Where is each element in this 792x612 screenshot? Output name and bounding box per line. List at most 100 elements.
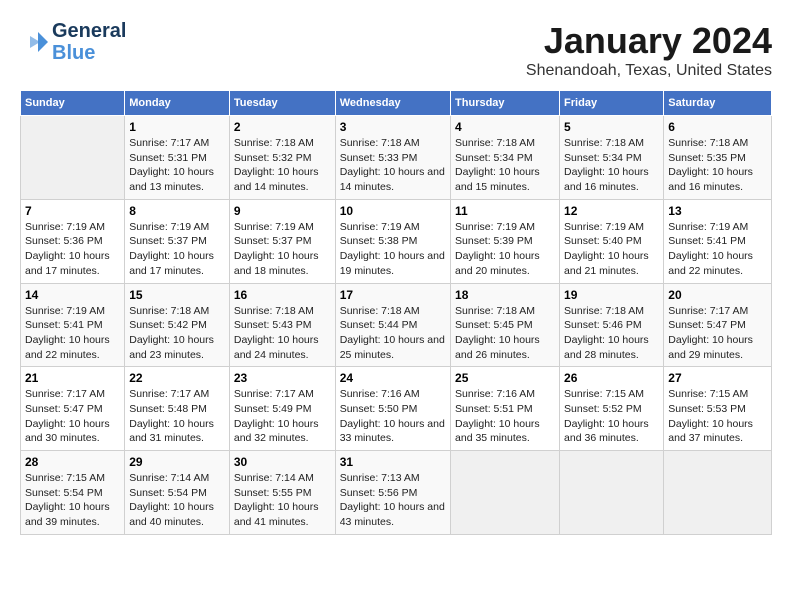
day-number: 7: [25, 204, 120, 218]
daylight-text: Daylight: 10 hours and 20 minutes.: [455, 249, 555, 278]
table-row: 11 Sunrise: 7:19 AM Sunset: 5:39 PM Dayl…: [451, 199, 560, 283]
day-number: 12: [564, 204, 659, 218]
day-number: 28: [25, 455, 120, 469]
sunset-text: Sunset: 5:47 PM: [25, 402, 120, 417]
day-info: Sunrise: 7:19 AM Sunset: 5:41 PM Dayligh…: [25, 304, 120, 363]
header-thursday: Thursday: [451, 91, 560, 116]
table-row: 19 Sunrise: 7:18 AM Sunset: 5:46 PM Dayl…: [560, 283, 664, 367]
sunset-text: Sunset: 5:31 PM: [129, 151, 225, 166]
daylight-text: Daylight: 10 hours and 13 minutes.: [129, 165, 225, 194]
page-header: General Blue January 2024 Shenandoah, Te…: [20, 20, 772, 80]
day-number: 9: [234, 204, 331, 218]
day-info: Sunrise: 7:16 AM Sunset: 5:51 PM Dayligh…: [455, 387, 555, 446]
sunset-text: Sunset: 5:48 PM: [129, 402, 225, 417]
title-block: January 2024 Shenandoah, Texas, United S…: [526, 20, 772, 80]
day-number: 14: [25, 288, 120, 302]
daylight-text: Daylight: 10 hours and 39 minutes.: [25, 500, 120, 529]
sunset-text: Sunset: 5:55 PM: [234, 486, 331, 501]
table-row: 26 Sunrise: 7:15 AM Sunset: 5:52 PM Dayl…: [560, 367, 664, 451]
sunset-text: Sunset: 5:54 PM: [25, 486, 120, 501]
sunset-text: Sunset: 5:54 PM: [129, 486, 225, 501]
day-number: 4: [455, 120, 555, 134]
day-info: Sunrise: 7:14 AM Sunset: 5:54 PM Dayligh…: [129, 471, 225, 530]
daylight-text: Daylight: 10 hours and 33 minutes.: [340, 417, 446, 446]
day-info: Sunrise: 7:15 AM Sunset: 5:54 PM Dayligh…: [25, 471, 120, 530]
sunset-text: Sunset: 5:39 PM: [455, 234, 555, 249]
table-row: [451, 451, 560, 535]
logo-icon: [20, 28, 48, 56]
sunset-text: Sunset: 5:50 PM: [340, 402, 446, 417]
sunset-text: Sunset: 5:41 PM: [668, 234, 767, 249]
sunset-text: Sunset: 5:42 PM: [129, 318, 225, 333]
header-sunday: Sunday: [21, 91, 125, 116]
sunrise-text: Sunrise: 7:14 AM: [129, 471, 225, 486]
day-info: Sunrise: 7:18 AM Sunset: 5:33 PM Dayligh…: [340, 136, 446, 195]
table-row: 15 Sunrise: 7:18 AM Sunset: 5:42 PM Dayl…: [125, 283, 230, 367]
header-monday: Monday: [125, 91, 230, 116]
daylight-text: Daylight: 10 hours and 22 minutes.: [668, 249, 767, 278]
sunrise-text: Sunrise: 7:18 AM: [455, 136, 555, 151]
table-row: 22 Sunrise: 7:17 AM Sunset: 5:48 PM Dayl…: [125, 367, 230, 451]
sunrise-text: Sunrise: 7:17 AM: [25, 387, 120, 402]
table-row: 13 Sunrise: 7:19 AM Sunset: 5:41 PM Dayl…: [664, 199, 772, 283]
daylight-text: Daylight: 10 hours and 24 minutes.: [234, 333, 331, 362]
sunset-text: Sunset: 5:40 PM: [564, 234, 659, 249]
table-row: 16 Sunrise: 7:18 AM Sunset: 5:43 PM Dayl…: [229, 283, 335, 367]
sunrise-text: Sunrise: 7:17 AM: [668, 304, 767, 319]
sunset-text: Sunset: 5:45 PM: [455, 318, 555, 333]
sunrise-text: Sunrise: 7:19 AM: [340, 220, 446, 235]
daylight-text: Daylight: 10 hours and 31 minutes.: [129, 417, 225, 446]
sunrise-text: Sunrise: 7:17 AM: [129, 136, 225, 151]
day-info: Sunrise: 7:15 AM Sunset: 5:53 PM Dayligh…: [668, 387, 767, 446]
table-row: 1 Sunrise: 7:17 AM Sunset: 5:31 PM Dayli…: [125, 116, 230, 200]
day-info: Sunrise: 7:16 AM Sunset: 5:50 PM Dayligh…: [340, 387, 446, 446]
daylight-text: Daylight: 10 hours and 43 minutes.: [340, 500, 446, 529]
day-number: 24: [340, 371, 446, 385]
daylight-text: Daylight: 10 hours and 41 minutes.: [234, 500, 331, 529]
daylight-text: Daylight: 10 hours and 30 minutes.: [25, 417, 120, 446]
day-info: Sunrise: 7:19 AM Sunset: 5:39 PM Dayligh…: [455, 220, 555, 279]
table-row: 21 Sunrise: 7:17 AM Sunset: 5:47 PM Dayl…: [21, 367, 125, 451]
day-number: 26: [564, 371, 659, 385]
day-number: 1: [129, 120, 225, 134]
sunrise-text: Sunrise: 7:18 AM: [234, 304, 331, 319]
sunset-text: Sunset: 5:46 PM: [564, 318, 659, 333]
calendar-week-row: 14 Sunrise: 7:19 AM Sunset: 5:41 PM Dayl…: [21, 283, 772, 367]
sunrise-text: Sunrise: 7:19 AM: [564, 220, 659, 235]
table-row: 6 Sunrise: 7:18 AM Sunset: 5:35 PM Dayli…: [664, 116, 772, 200]
page-subtitle: Shenandoah, Texas, United States: [526, 62, 772, 80]
table-row: 14 Sunrise: 7:19 AM Sunset: 5:41 PM Dayl…: [21, 283, 125, 367]
page-title: January 2024: [526, 20, 772, 62]
sunrise-text: Sunrise: 7:15 AM: [25, 471, 120, 486]
table-row: 4 Sunrise: 7:18 AM Sunset: 5:34 PM Dayli…: [451, 116, 560, 200]
day-info: Sunrise: 7:15 AM Sunset: 5:52 PM Dayligh…: [564, 387, 659, 446]
daylight-text: Daylight: 10 hours and 35 minutes.: [455, 417, 555, 446]
table-row: 30 Sunrise: 7:14 AM Sunset: 5:55 PM Dayl…: [229, 451, 335, 535]
day-info: Sunrise: 7:17 AM Sunset: 5:47 PM Dayligh…: [668, 304, 767, 363]
day-number: 19: [564, 288, 659, 302]
day-number: 5: [564, 120, 659, 134]
table-row: [664, 451, 772, 535]
day-info: Sunrise: 7:18 AM Sunset: 5:46 PM Dayligh…: [564, 304, 659, 363]
day-number: 29: [129, 455, 225, 469]
sunrise-text: Sunrise: 7:18 AM: [340, 304, 446, 319]
sunset-text: Sunset: 5:56 PM: [340, 486, 446, 501]
daylight-text: Daylight: 10 hours and 17 minutes.: [129, 249, 225, 278]
sunset-text: Sunset: 5:37 PM: [234, 234, 331, 249]
table-row: 18 Sunrise: 7:18 AM Sunset: 5:45 PM Dayl…: [451, 283, 560, 367]
daylight-text: Daylight: 10 hours and 19 minutes.: [340, 249, 446, 278]
sunrise-text: Sunrise: 7:18 AM: [340, 136, 446, 151]
day-number: 10: [340, 204, 446, 218]
day-number: 6: [668, 120, 767, 134]
sunset-text: Sunset: 5:37 PM: [129, 234, 225, 249]
table-row: 28 Sunrise: 7:15 AM Sunset: 5:54 PM Dayl…: [21, 451, 125, 535]
table-row: 3 Sunrise: 7:18 AM Sunset: 5:33 PM Dayli…: [335, 116, 450, 200]
daylight-text: Daylight: 10 hours and 40 minutes.: [129, 500, 225, 529]
sunset-text: Sunset: 5:35 PM: [668, 151, 767, 166]
sunset-text: Sunset: 5:47 PM: [668, 318, 767, 333]
day-number: 13: [668, 204, 767, 218]
sunrise-text: Sunrise: 7:18 AM: [668, 136, 767, 151]
sunset-text: Sunset: 5:52 PM: [564, 402, 659, 417]
daylight-text: Daylight: 10 hours and 18 minutes.: [234, 249, 331, 278]
calendar-table: Sunday Monday Tuesday Wednesday Thursday…: [20, 90, 772, 535]
